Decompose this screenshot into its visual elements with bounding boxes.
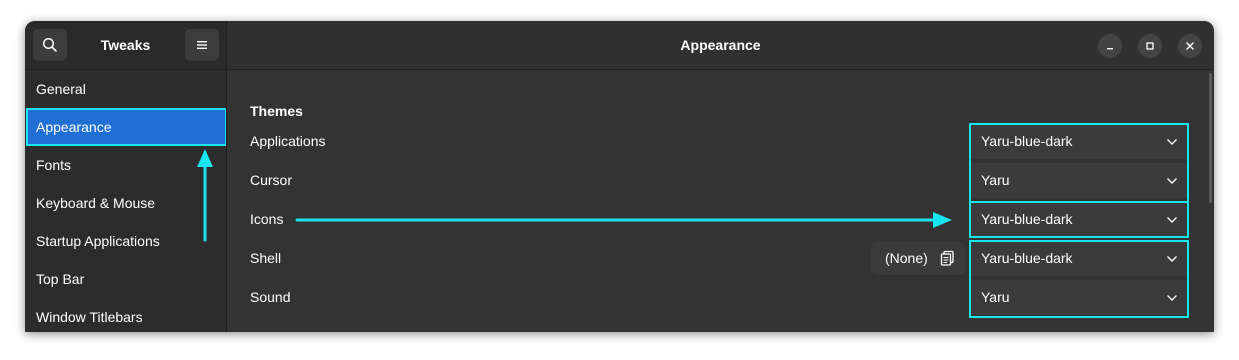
sidebar-header: Tweaks (25, 21, 226, 70)
cursor-theme-dropdown[interactable]: Yaru (970, 163, 1188, 198)
row-label-applications: Applications (250, 133, 326, 149)
sidebar-item-appearance[interactable]: Appearance (26, 108, 227, 146)
sidebar: General Appearance Fonts Keyboard & Mous… (25, 70, 227, 332)
dropdown-value: Yaru (981, 172, 1010, 188)
search-button[interactable] (33, 29, 67, 61)
tweaks-window: Tweaks Appearance General Appearance Fon… (25, 21, 1214, 332)
page-title: Appearance (680, 37, 761, 53)
app-title: Tweaks (100, 37, 151, 53)
chevron-down-icon (1167, 294, 1177, 301)
icons-theme-dropdown[interactable]: Yaru-blue-dark (970, 202, 1188, 237)
chevron-down-icon (1167, 138, 1177, 145)
dropdown-value: Yaru-blue-dark (981, 211, 1073, 227)
document-open-icon (940, 250, 954, 266)
row-label-shell: Shell (250, 250, 282, 266)
close-button[interactable] (1178, 34, 1202, 58)
close-icon (1186, 42, 1194, 50)
sidebar-item-startup-applications[interactable]: Startup Applications (26, 222, 227, 260)
maximize-button[interactable] (1138, 34, 1162, 58)
dropdown-value: Yaru (981, 289, 1010, 305)
shell-theme-dropdown[interactable]: Yaru-blue-dark (970, 241, 1188, 276)
applications-theme-dropdown[interactable]: Yaru-blue-dark (970, 124, 1188, 159)
main-header: Appearance (226, 21, 1214, 70)
sidebar-item-top-bar[interactable]: Top Bar (26, 260, 227, 298)
dropdown-value: Yaru-blue-dark (981, 250, 1073, 266)
file-chooser-label: (None) (885, 250, 928, 266)
sidebar-item-general[interactable]: General (26, 70, 227, 108)
sidebar-item-fonts[interactable]: Fonts (26, 146, 227, 184)
chevron-down-icon (1167, 216, 1177, 223)
search-icon (42, 37, 57, 52)
scrollbar[interactable] (1209, 73, 1212, 203)
sound-theme-dropdown[interactable]: Yaru (970, 280, 1188, 315)
menu-button[interactable] (185, 29, 219, 61)
minimize-button[interactable] (1098, 34, 1122, 58)
shell-file-chooser-button[interactable]: (None) (871, 242, 965, 275)
row-label-cursor: Cursor (250, 172, 293, 188)
sidebar-item-window-titlebars[interactable]: Window Titlebars (26, 298, 227, 332)
main-content: Themes Applications Cursor Icons Shell S… (226, 70, 1214, 332)
row-label-icons: Icons (250, 211, 284, 227)
chevron-down-icon (1167, 255, 1177, 262)
chevron-down-icon (1167, 177, 1177, 184)
hamburger-menu-icon (197, 41, 207, 49)
sidebar-item-keyboard-mouse[interactable]: Keyboard & Mouse (26, 184, 227, 222)
section-title-themes: Themes (250, 103, 303, 119)
maximize-icon (1146, 42, 1154, 50)
minimize-icon (1107, 48, 1113, 50)
row-label-sound: Sound (250, 289, 291, 305)
dropdown-value: Yaru-blue-dark (981, 133, 1073, 149)
